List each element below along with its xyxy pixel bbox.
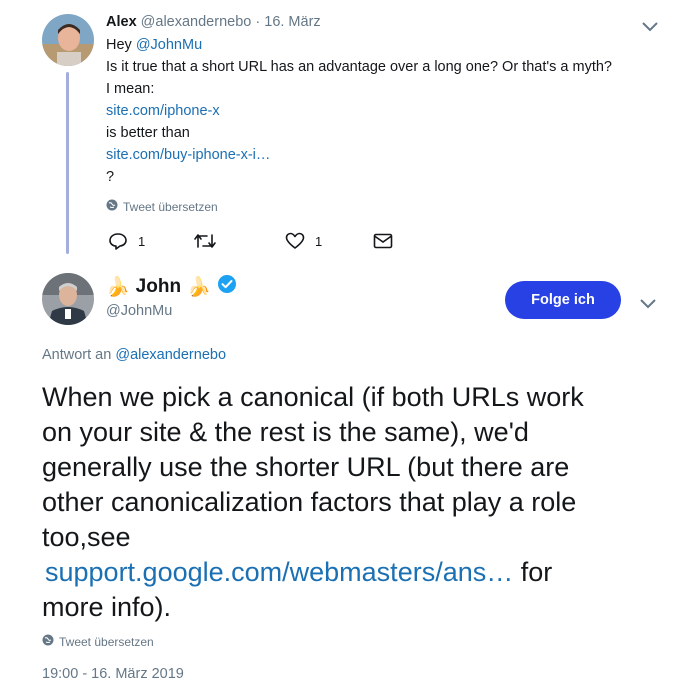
like-count: 1 xyxy=(315,233,323,249)
reply-count: 1 xyxy=(138,233,146,249)
main-translate-label: Tweet übersetzen xyxy=(59,634,154,649)
parent-more-chevron-icon[interactable] xyxy=(642,19,658,32)
reply-context-handle[interactable]: @alexandernebo xyxy=(115,347,226,363)
main-line-6: support.google.com/webmasters/ans… for xyxy=(45,557,553,587)
parent-line-1: Hey @JohnMu xyxy=(106,37,203,53)
reply-action[interactable]: 1 xyxy=(108,232,145,250)
main-line-4: other canonicalization factors that play… xyxy=(42,487,577,517)
dot-separator: · xyxy=(255,14,261,30)
support-google-link[interactable]: support.google.com/webmasters/ans… xyxy=(45,557,513,587)
banana-emoji-right: 🍌 xyxy=(187,277,211,298)
main-line-3: generally use the shorter URL (but there… xyxy=(42,452,570,482)
heart-icon xyxy=(285,232,305,250)
envelope-icon xyxy=(373,233,393,249)
parent-line-3: I mean: xyxy=(106,81,155,97)
parent-translate[interactable]: Tweet übersetzen xyxy=(106,199,218,214)
parent-line-2: Is it true that a short URL has an advan… xyxy=(106,59,612,75)
main-line-1: When we pick a canonical (if both URLs w… xyxy=(42,382,584,412)
reply-context-prefix: Antwort an xyxy=(42,347,116,363)
main-translate[interactable]: Tweet übersetzen xyxy=(42,634,154,649)
main-more-chevron-icon[interactable] xyxy=(640,296,656,309)
dm-action[interactable] xyxy=(373,233,393,249)
follow-button[interactable]: Folge ich xyxy=(505,281,621,319)
alex-avatar[interactable] xyxy=(42,14,94,66)
main-author-handle[interactable]: @JohnMu xyxy=(106,303,172,319)
parent-line-5: is better than xyxy=(106,125,190,141)
main-line-5: too,see xyxy=(42,522,131,552)
verified-badge-icon xyxy=(217,274,237,300)
like-action[interactable]: 1 xyxy=(285,232,322,250)
main-line-7: more info). xyxy=(42,592,172,622)
parent-author-name[interactable]: Alex xyxy=(106,14,137,30)
link-long-url[interactable]: site.com/buy-iphone-x-i… xyxy=(106,144,676,166)
globe-icon xyxy=(106,199,118,214)
parent-author-handle[interactable]: @alexandernebo xyxy=(141,14,252,30)
mention-johnmu[interactable]: @JohnMu xyxy=(136,37,202,53)
parent-tweet-text: Hey @JohnMu Is it true that a short URL … xyxy=(106,34,676,188)
parent-header: Alex @alexandernebo · 16. März xyxy=(106,12,321,32)
retweet-action[interactable] xyxy=(193,232,217,250)
parent-date[interactable]: 16. März xyxy=(264,14,320,30)
john-avatar[interactable] xyxy=(42,273,94,325)
banana-emoji-left: 🍌 xyxy=(106,277,130,298)
retweet-icon xyxy=(193,232,217,250)
main-tweet-text: When we pick a canonical (if both URLs w… xyxy=(42,380,692,625)
parent-line-7: ? xyxy=(106,169,115,185)
globe-icon xyxy=(42,634,54,649)
parent-translate-label: Tweet übersetzen xyxy=(123,199,218,214)
main-author-name: John xyxy=(135,276,182,297)
main-author-row[interactable]: 🍌 John 🍌 xyxy=(106,274,237,300)
tweet-timestamp[interactable]: 19:00 - 16. März 2019 xyxy=(42,666,184,682)
reply-context: Antwort an @alexandernebo xyxy=(42,347,226,363)
link-short-url[interactable]: site.com/iphone-x xyxy=(106,100,676,122)
reply-icon xyxy=(108,232,128,250)
main-line-2: on your site & the rest is the same), we… xyxy=(42,417,529,447)
thread-connector xyxy=(66,72,69,254)
